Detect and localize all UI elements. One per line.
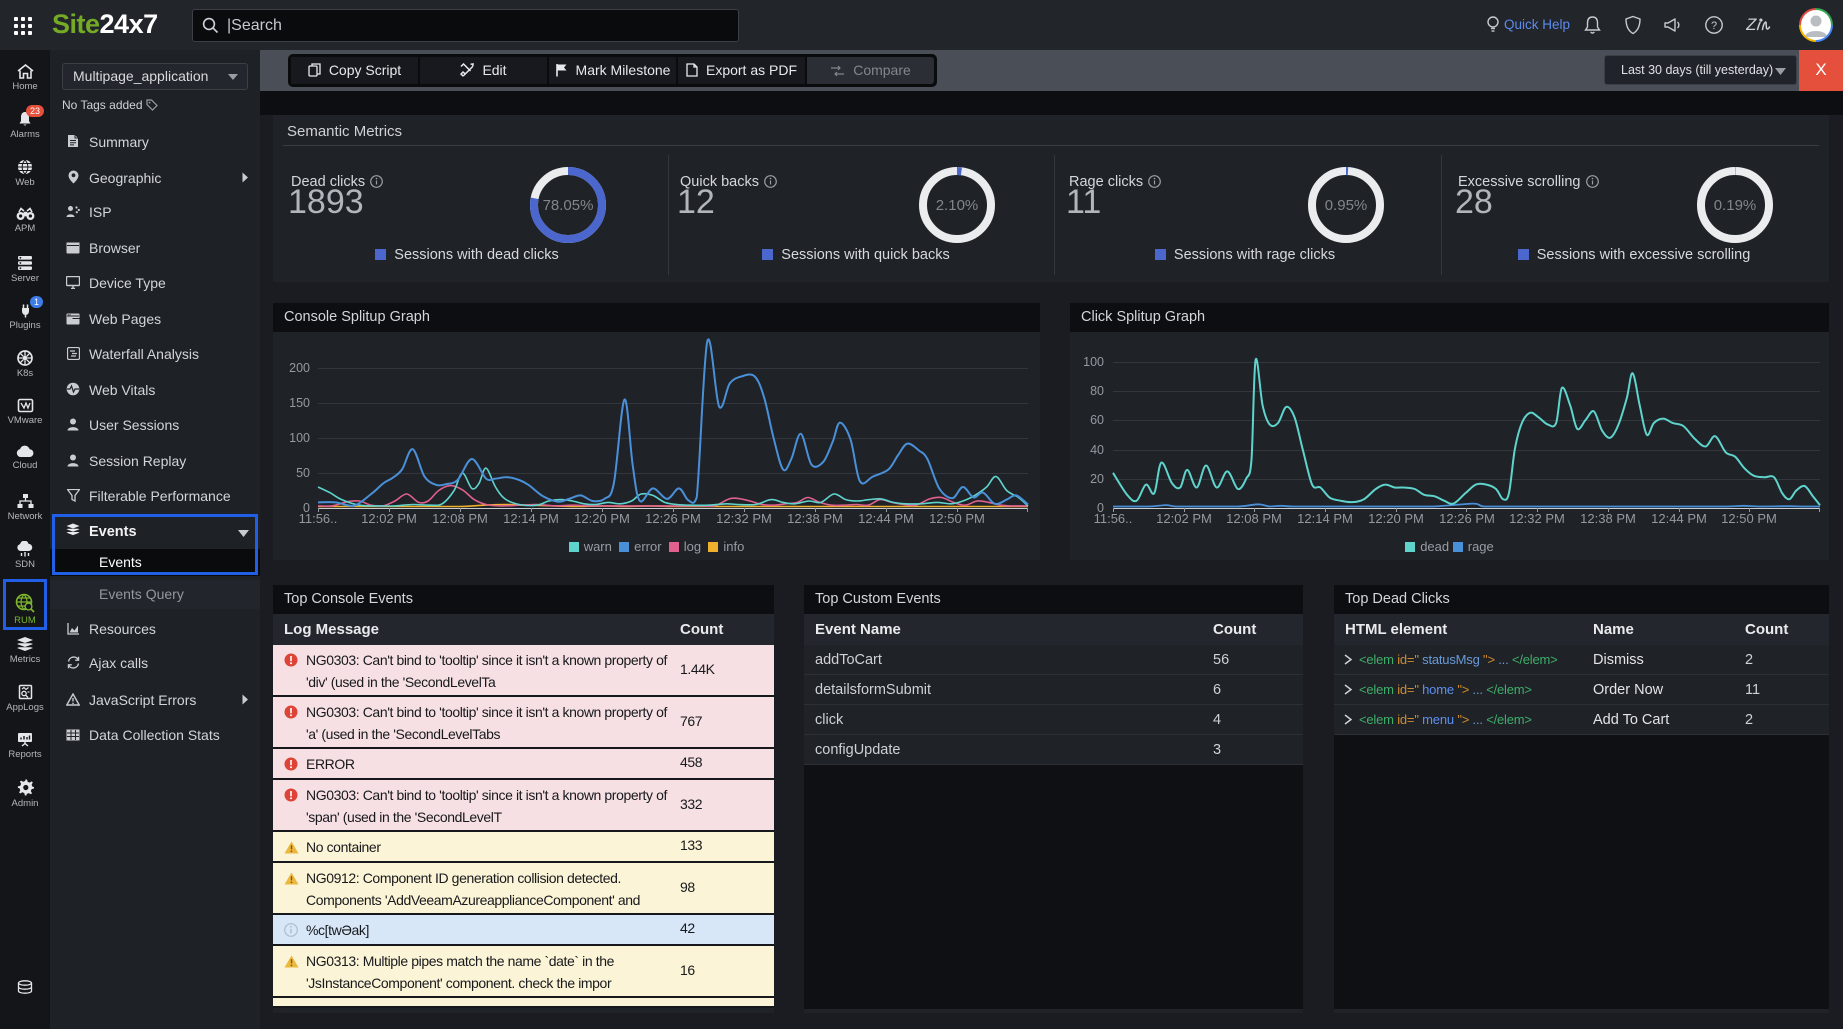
- svg-text:0.95%: 0.95%: [1325, 197, 1368, 214]
- svg-text:78.05%: 78.05%: [543, 197, 594, 214]
- svg-text:0.19%: 0.19%: [1714, 197, 1757, 214]
- svg-text:Z: Z: [1746, 15, 1757, 34]
- svg-text:2.10%: 2.10%: [936, 197, 979, 214]
- svg-text:?: ?: [1711, 20, 1717, 32]
